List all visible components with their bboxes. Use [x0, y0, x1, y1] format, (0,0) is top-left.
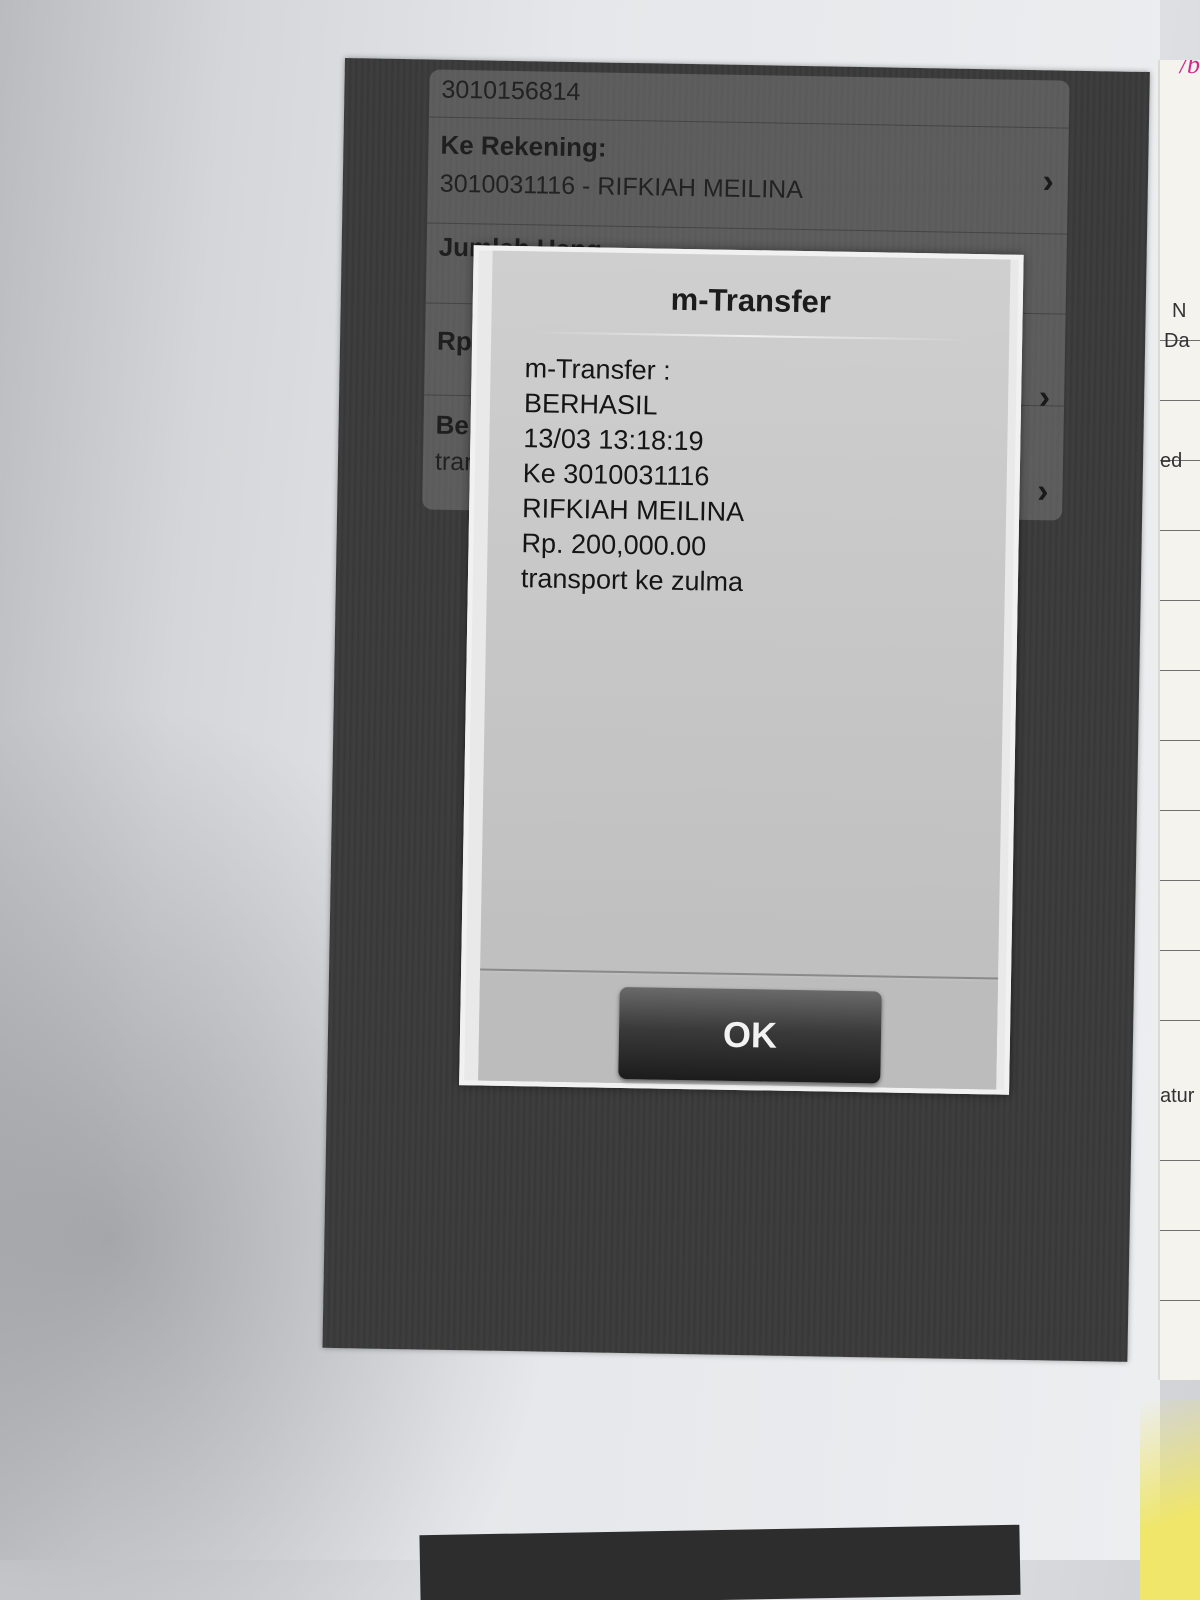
printed-phone-screenshot: 3010156814 Ke Rekening: 3010031116 - RIF… — [322, 58, 1150, 1362]
message-line-note: transport ke zulma — [520, 563, 744, 598]
dialog-message: m-Transfer : BERHASIL 13/03 13:18:19 Ke … — [521, 351, 965, 604]
notebook-fragment: Da — [1164, 330, 1190, 352]
background-notebook: N Da ed atur /b — [1158, 60, 1200, 1380]
dialog-panel: m-Transfer m-Transfer : BERHASIL 13/03 1… — [478, 250, 1011, 1090]
transfer-result-dialog: m-Transfer m-Transfer : BERHASIL 13/03 1… — [459, 245, 1024, 1095]
chevron-right-icon: › — [1036, 472, 1049, 511]
notebook-fragment: atur — [1160, 1085, 1195, 1107]
ok-button[interactable]: OK — [618, 986, 882, 1084]
notebook-fragment: ed — [1160, 450, 1183, 472]
handwriting-mark: /b — [1179, 60, 1200, 79]
from-account-number: 3010156814 — [441, 75, 581, 107]
bottom-dark-strip — [419, 1524, 1021, 1600]
amount-prefix: Rp — [436, 325, 473, 357]
notebook-fragment: N — [1172, 300, 1187, 322]
yellow-paper-corner — [1140, 1400, 1200, 1600]
chevron-right-icon: › — [1042, 162, 1055, 201]
dialog-title: m-Transfer — [670, 281, 832, 320]
to-account-row[interactable]: Ke Rekening: 3010031116 - RIFKIAH MEILIN… — [427, 117, 1069, 235]
dialog-footer: OK — [478, 972, 998, 1090]
title-divider — [531, 331, 970, 341]
to-account-label: Ke Rekening: — [440, 129, 607, 163]
to-account-value: 3010031116 - RIFKIAH MEILINA — [439, 169, 804, 205]
